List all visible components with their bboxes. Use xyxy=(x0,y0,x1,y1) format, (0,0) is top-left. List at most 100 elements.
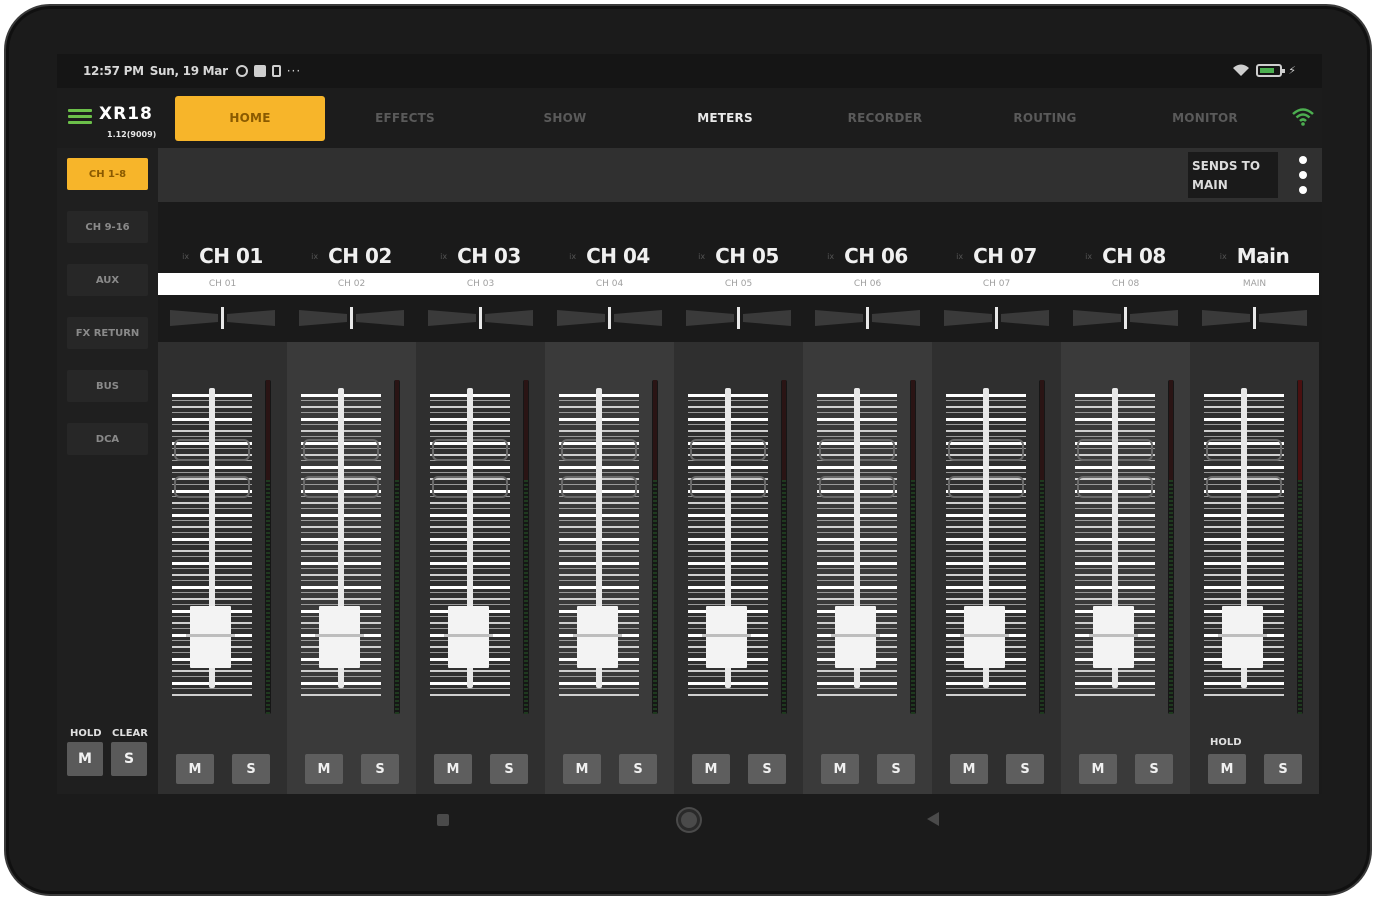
fader-knob[interactable] xyxy=(831,606,880,668)
pan-control[interactable] xyxy=(1073,306,1178,330)
channel-name[interactable]: ix Main xyxy=(1190,242,1319,270)
channel-strip: ix Main MAIN HOLD M S xyxy=(1190,202,1319,794)
channel-index-label: ix xyxy=(1219,251,1227,261)
app-screen: 12:57 PM Sun, 19 Mar ··· ⚡ XR18 1.12(900… xyxy=(57,54,1322,794)
channel-name-label: CH 06 xyxy=(844,244,908,268)
wifi-status-icon xyxy=(1233,64,1250,76)
channel-name[interactable]: ix CH 04 xyxy=(545,242,674,270)
channel-name[interactable]: ix CH 05 xyxy=(674,242,803,270)
fader-knob[interactable] xyxy=(186,606,235,668)
mute-button[interactable]: M xyxy=(1079,754,1117,784)
channel-name[interactable]: ix CH 03 xyxy=(416,242,545,270)
sidebar-item-aux[interactable]: AUX xyxy=(67,264,148,296)
recents-icon[interactable] xyxy=(437,814,449,826)
tab-routing[interactable]: ROUTING xyxy=(965,96,1125,141)
solo-button[interactable]: S xyxy=(232,754,270,784)
hold-clear-group: HOLD CLEAR M S xyxy=(67,728,151,776)
sidebar-item-bus[interactable]: BUS xyxy=(67,370,148,402)
hold-button[interactable]: M xyxy=(67,742,103,776)
mute-button[interactable]: M xyxy=(563,754,601,784)
mute-button[interactable]: M xyxy=(692,754,730,784)
mute-button[interactable]: M xyxy=(176,754,214,784)
tab-home[interactable]: HOME xyxy=(175,95,325,141)
solo-button[interactable]: S xyxy=(748,754,786,784)
channel-scribble-strip: CH 07 xyxy=(932,273,1061,295)
sidebar-item-ch-1-8[interactable]: CH 1-8 xyxy=(67,158,148,190)
fader-knob[interactable] xyxy=(702,606,751,668)
fader-knob[interactable] xyxy=(444,606,493,668)
channel-name-label: CH 01 xyxy=(199,244,263,268)
notification-icon xyxy=(235,65,248,77)
level-meter xyxy=(1168,380,1174,714)
channel-strip: ix CH 04 CH 04 M S xyxy=(545,202,674,794)
clear-label: CLEAR xyxy=(112,728,148,739)
sends-to-label: SENDS TO xyxy=(1192,159,1261,173)
pan-control[interactable] xyxy=(1202,306,1307,330)
battery-icon xyxy=(1256,63,1286,77)
mute-button[interactable]: M xyxy=(434,754,472,784)
clear-button[interactable]: S xyxy=(111,742,147,776)
tab-effects[interactable]: EFFECTS xyxy=(325,96,485,141)
pan-control[interactable] xyxy=(557,306,662,330)
channel-name-label: CH 05 xyxy=(715,244,779,268)
fader-knob[interactable] xyxy=(1218,606,1267,668)
channel-index-label: ix xyxy=(956,251,964,261)
kebab-menu-icon[interactable] xyxy=(1298,156,1308,194)
channel-name-label: CH 02 xyxy=(328,244,392,268)
channel-name[interactable]: ix CH 08 xyxy=(1061,242,1190,270)
home-icon[interactable] xyxy=(678,809,700,831)
pan-control[interactable] xyxy=(170,306,275,330)
tab-show[interactable]: SHOW xyxy=(485,96,645,141)
sidebar-item-dca[interactable]: DCA xyxy=(67,423,148,455)
level-meter xyxy=(523,380,529,714)
channel-strip: ix CH 01 CH 01 M S xyxy=(158,202,287,794)
solo-button[interactable]: S xyxy=(877,754,915,784)
app-logo: XR18 xyxy=(99,104,153,124)
level-meter xyxy=(910,380,916,714)
channel-index-label: ix xyxy=(182,251,190,261)
solo-button[interactable]: S xyxy=(1006,754,1044,784)
channel-name[interactable]: ix CH 06 xyxy=(803,242,932,270)
mute-button[interactable]: M xyxy=(1208,754,1246,784)
fader-area: MS xyxy=(158,342,287,794)
tab-recorder[interactable]: RECORDER xyxy=(805,96,965,141)
channel-name[interactable]: ix CH 02 xyxy=(287,242,416,270)
pan-control[interactable] xyxy=(944,306,1049,330)
channel-scribble-strip: CH 01 xyxy=(158,273,287,295)
mute-button[interactable]: M xyxy=(821,754,859,784)
channel-name[interactable]: ix CH 01 xyxy=(158,242,287,270)
fader-knob[interactable] xyxy=(315,606,364,668)
tab-meters[interactable]: METERS xyxy=(645,96,805,141)
pan-control[interactable] xyxy=(686,306,791,330)
channel-strip: ix CH 06 CH 06 M S xyxy=(803,202,932,794)
level-meter xyxy=(1039,380,1045,714)
back-icon[interactable] xyxy=(927,812,939,826)
pan-control[interactable] xyxy=(428,306,533,330)
solo-button[interactable]: S xyxy=(1135,754,1173,784)
hamburger-icon[interactable] xyxy=(68,109,92,125)
sidebar-item-fx-return[interactable]: FX RETURN xyxy=(67,317,148,349)
tab-monitor[interactable]: MONITOR xyxy=(1125,96,1285,141)
sidebar-item-ch-9-16[interactable]: CH 9-16 xyxy=(67,211,148,243)
level-meter xyxy=(781,380,787,714)
fader-knob[interactable] xyxy=(960,606,1009,668)
charging-icon: ⚡ xyxy=(1288,63,1296,77)
pan-control[interactable] xyxy=(299,306,404,330)
fader-knob[interactable] xyxy=(1089,606,1138,668)
solo-button[interactable]: S xyxy=(490,754,528,784)
pan-control[interactable] xyxy=(815,306,920,330)
main-hold-label: HOLD xyxy=(1210,737,1242,748)
channel-name[interactable]: ix CH 07 xyxy=(932,242,1061,270)
channel-name-label: CH 07 xyxy=(973,244,1037,268)
fader-area: MS xyxy=(1061,342,1190,794)
channel-index-label: ix xyxy=(827,251,835,261)
mute-button[interactable]: M xyxy=(950,754,988,784)
solo-button[interactable]: S xyxy=(619,754,657,784)
solo-button[interactable]: S xyxy=(1264,754,1302,784)
solo-button[interactable]: S xyxy=(361,754,399,784)
fader-knob[interactable] xyxy=(573,606,622,668)
channel-strip: ix CH 08 CH 08 M S xyxy=(1061,202,1190,794)
channel-scribble-strip: CH 03 xyxy=(416,273,545,295)
sends-to-selector[interactable]: SENDS TO MAIN xyxy=(1188,152,1278,198)
mute-button[interactable]: M xyxy=(305,754,343,784)
